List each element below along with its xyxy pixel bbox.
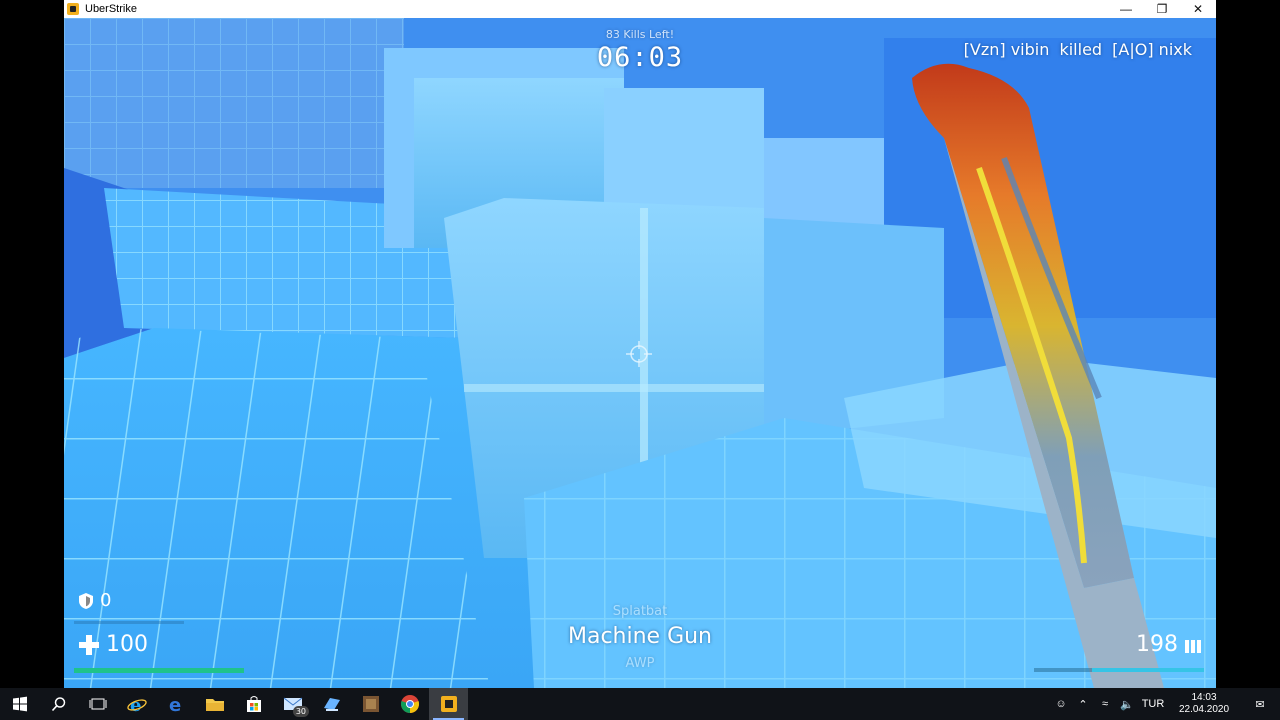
crosshair-icon bbox=[626, 341, 652, 367]
windows-start-icon bbox=[12, 696, 27, 712]
search-icon bbox=[51, 697, 65, 712]
edge-button[interactable]: e bbox=[156, 688, 195, 720]
windows-taskbar: e e 30 ☺ ⌃ ≈ 🔈 TUR 14:03 22.04.2020 ✉ bbox=[0, 688, 1280, 720]
task-view-icon bbox=[89, 698, 106, 710]
notifications-icon[interactable]: ✉ bbox=[1240, 698, 1280, 711]
ammo-icon bbox=[1185, 639, 1201, 653]
uberstrike-app-icon bbox=[67, 3, 79, 15]
chevron-up-icon[interactable]: ⌃ bbox=[1072, 698, 1094, 711]
window-titlebar[interactable]: UberStrike — ❐ ✕ bbox=[64, 0, 1216, 18]
svg-text:e: e bbox=[169, 695, 181, 714]
svg-text:e: e bbox=[130, 695, 141, 714]
weapon-current: Machine Gun bbox=[567, 624, 713, 649]
ammo-bar-track bbox=[1034, 668, 1204, 672]
file-explorer-button[interactable] bbox=[195, 688, 234, 720]
close-button[interactable]: ✕ bbox=[1180, 0, 1216, 18]
task-view-button[interactable] bbox=[78, 688, 117, 720]
internet-explorer-button[interactable]: e bbox=[117, 688, 156, 720]
clock-date: 22.04.2020 bbox=[1178, 704, 1230, 715]
uberstrike-icon bbox=[440, 696, 457, 712]
start-button[interactable] bbox=[0, 688, 39, 720]
chrome-icon bbox=[400, 695, 419, 713]
maximize-button[interactable]: ❐ bbox=[1144, 0, 1180, 18]
ammo-bar-fill bbox=[1091, 668, 1204, 672]
ammo-value: 198 bbox=[1136, 632, 1178, 657]
store-icon bbox=[246, 696, 261, 712]
kill-feed-entry: [Vzn] vibin killed [A|O] nixk bbox=[959, 40, 1192, 59]
killfeed-victim: [A|O] nixk bbox=[1112, 40, 1192, 59]
edge-icon: e bbox=[169, 695, 181, 714]
file-explorer-icon bbox=[205, 699, 224, 711]
chrome-button[interactable] bbox=[390, 688, 429, 720]
volume-icon[interactable]: 🔈 bbox=[1116, 698, 1138, 711]
steam-button[interactable] bbox=[312, 688, 351, 720]
network-icon[interactable]: ≈ bbox=[1094, 698, 1116, 710]
taskbar-clock[interactable]: 14:03 22.04.2020 bbox=[1168, 692, 1240, 716]
game-viewport[interactable]: 83 Kills Left! 06:03 [Vzn] vibin killed … bbox=[64, 18, 1216, 688]
ammo-indicator: 198 bbox=[1136, 632, 1202, 657]
game-launcher-button[interactable] bbox=[351, 688, 390, 720]
internet-explorer-icon: e bbox=[126, 695, 147, 714]
letterbox-left bbox=[0, 0, 64, 688]
weapon-previous: Splatbat bbox=[612, 604, 668, 619]
steam-icon bbox=[323, 698, 340, 711]
killfeed-killer: [Vzn] vibin bbox=[963, 40, 1050, 59]
minimize-button[interactable]: — bbox=[1108, 0, 1144, 18]
killfeed-action: killed bbox=[1059, 40, 1103, 59]
search-button[interactable] bbox=[39, 688, 78, 720]
letterbox-right bbox=[1216, 0, 1280, 688]
people-icon[interactable]: ☺ bbox=[1050, 698, 1072, 710]
system-tray: ☺ ⌃ ≈ 🔈 TUR 14:03 22.04.2020 ✉ bbox=[1050, 688, 1280, 720]
mail-button[interactable]: 30 bbox=[273, 688, 312, 720]
mail-badge: 30 bbox=[292, 706, 309, 717]
clock-time: 14:03 bbox=[1191, 692, 1217, 703]
store-button[interactable] bbox=[234, 688, 273, 720]
window-title: UberStrike bbox=[85, 3, 137, 15]
uberstrike-taskbar-button[interactable] bbox=[429, 688, 468, 720]
language-indicator[interactable]: TUR bbox=[1138, 698, 1168, 710]
game-icon bbox=[362, 696, 379, 712]
